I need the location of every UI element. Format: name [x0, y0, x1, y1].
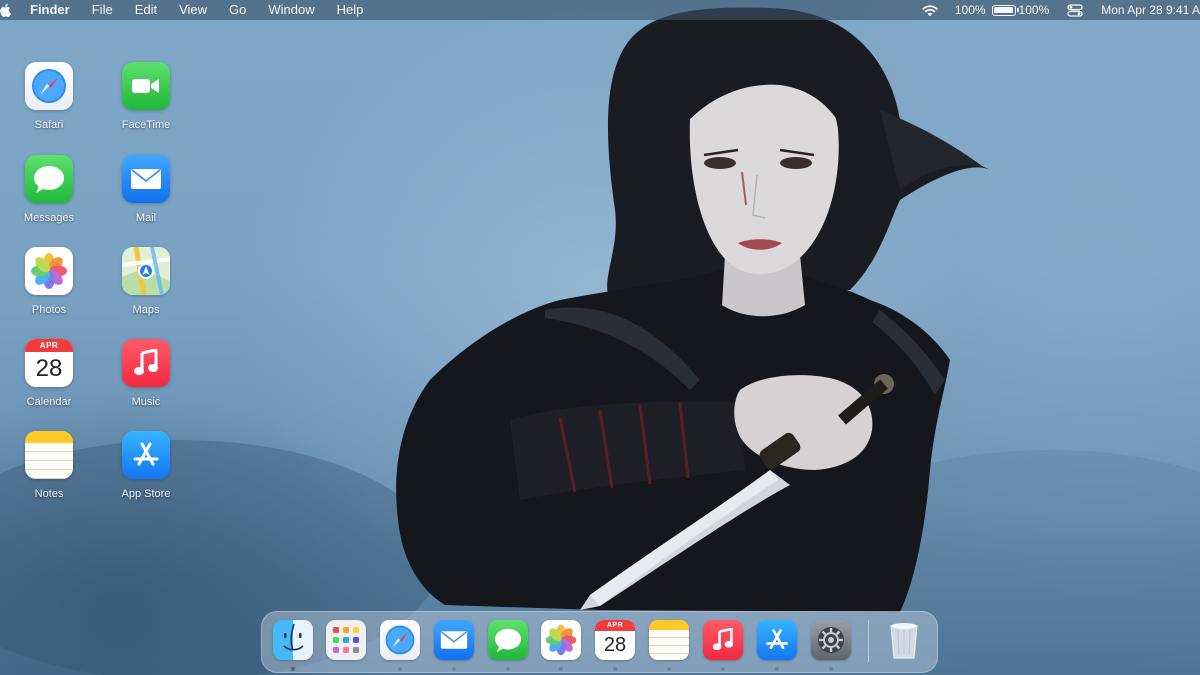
dock-item-mail[interactable]	[434, 620, 476, 671]
notes-lines	[25, 443, 73, 479]
dock-item-safari[interactable]	[380, 620, 422, 671]
battery-fill	[994, 7, 1014, 13]
menu-go[interactable]: Go	[229, 0, 246, 20]
mail-icon	[434, 620, 474, 660]
app-store-icon	[122, 431, 170, 479]
calendar-icon: APR 28	[25, 339, 73, 387]
desktop-icon-music[interactable]: Music	[98, 339, 194, 421]
music-icon	[703, 620, 743, 660]
desktop-icon-maps[interactable]: Maps	[98, 247, 194, 329]
menu-bar: Finder File Edit View Go Window Help 100…	[0, 0, 1200, 20]
dock-separator	[868, 620, 869, 662]
menubar-status-area: 100% 100% Mon Apr 28 9:41 A	[921, 0, 1200, 20]
dock-running-indicator	[291, 667, 295, 671]
desktop-icon-label: Notes	[34, 488, 64, 500]
battery-icon[interactable]	[991, 4, 1019, 16]
dock-running-indicator	[775, 667, 779, 671]
maps-icon	[122, 247, 170, 295]
calendar-icon: APR 28	[595, 620, 635, 660]
wifi-icon[interactable]	[921, 3, 939, 17]
safari-icon	[25, 62, 73, 110]
notes-icon	[25, 431, 73, 479]
dock-running-indicator	[398, 667, 402, 671]
notes-icon	[649, 620, 689, 660]
desktop-icon-label: Photos	[31, 304, 67, 316]
desktop-icon-messages[interactable]: Messages	[1, 155, 97, 237]
calendar-month: APR	[595, 620, 635, 631]
photos-icon	[25, 247, 73, 295]
calendar-day: 28	[603, 634, 627, 656]
battery-percent-text: 100%	[954, 3, 986, 17]
messages-icon	[488, 620, 528, 660]
dock-item-messages[interactable]	[488, 620, 530, 671]
dock-running-indicator	[452, 667, 456, 671]
desktop-icon-app-store[interactable]: App Store	[98, 431, 194, 513]
settings-gear-icon	[811, 620, 851, 660]
desktop-icon-label: Music	[131, 396, 161, 408]
dock-item-photos[interactable]	[541, 620, 583, 671]
dock-item-notes[interactable]	[649, 620, 691, 671]
dock-running-indicator	[667, 667, 671, 671]
desktop-icon-calendar[interactable]: APR 28 Calendar	[1, 339, 97, 421]
desktop-icon-label: FaceTime	[121, 119, 171, 131]
notes-lines	[649, 630, 689, 660]
desktop-icon-label: Safari	[34, 119, 64, 131]
dock-item-system-settings[interactable]	[811, 620, 853, 671]
battery-percent-label: 100%	[1018, 3, 1050, 17]
dock-running-indicator	[559, 667, 563, 671]
dock-running-indicator	[506, 667, 510, 671]
desktop-icon-facetime[interactable]: FaceTime	[98, 62, 194, 144]
app-store-icon	[757, 620, 797, 660]
dock-item-calendar[interactable]: APR 28	[595, 620, 637, 671]
launchpad-icon	[326, 620, 366, 660]
safari-icon	[380, 620, 420, 660]
desktop-icon-label: Mail	[135, 212, 157, 224]
dock-item-app-store[interactable]	[757, 620, 799, 671]
menu-app-name[interactable]: Finder	[30, 0, 70, 20]
menu-help[interactable]: Help	[337, 0, 364, 20]
facetime-icon	[122, 62, 170, 110]
menu-edit[interactable]: Edit	[135, 0, 157, 20]
notes-header-strip	[25, 431, 73, 443]
desktop-icon-label: App Store	[121, 488, 171, 500]
calendar-month: APR	[25, 339, 73, 352]
dock-running-indicator	[613, 667, 617, 671]
dock-running-indicator	[721, 667, 725, 671]
dock-running-indicator	[829, 667, 833, 671]
dock-item-launchpad[interactable]	[326, 620, 368, 662]
dock-item-music[interactable]	[703, 620, 745, 671]
messages-icon	[25, 155, 73, 203]
desktop-icon-photos[interactable]: Photos	[1, 247, 97, 329]
apple-logo-icon[interactable]	[0, 3, 11, 17]
photos-icon	[541, 620, 581, 660]
desktop-icon-label: Maps	[132, 304, 160, 316]
menubar-clock[interactable]: Mon Apr 28 9:41 A	[1101, 3, 1200, 17]
desktop-icon-label: Messages	[23, 212, 75, 224]
desktop-icon-mail[interactable]: Mail	[98, 155, 194, 237]
music-icon	[122, 339, 170, 387]
menu-file[interactable]: File	[92, 0, 113, 20]
trash-icon	[884, 620, 924, 660]
dock-item-finder[interactable]	[273, 620, 315, 671]
control-center-icon[interactable]	[1067, 3, 1083, 17]
mail-icon	[122, 155, 170, 203]
desktop-icon-label: Calendar	[26, 396, 72, 408]
dock-item-trash[interactable]	[884, 620, 926, 662]
desktop-icon-safari[interactable]: Safari	[1, 62, 97, 144]
calendar-day: 28	[35, 355, 63, 382]
menu-window[interactable]: Window	[268, 0, 314, 20]
desktop-icon-notes[interactable]: Notes	[1, 431, 97, 513]
notes-header-strip	[649, 620, 689, 630]
finder-icon	[273, 620, 313, 660]
menu-view[interactable]: View	[179, 0, 207, 20]
